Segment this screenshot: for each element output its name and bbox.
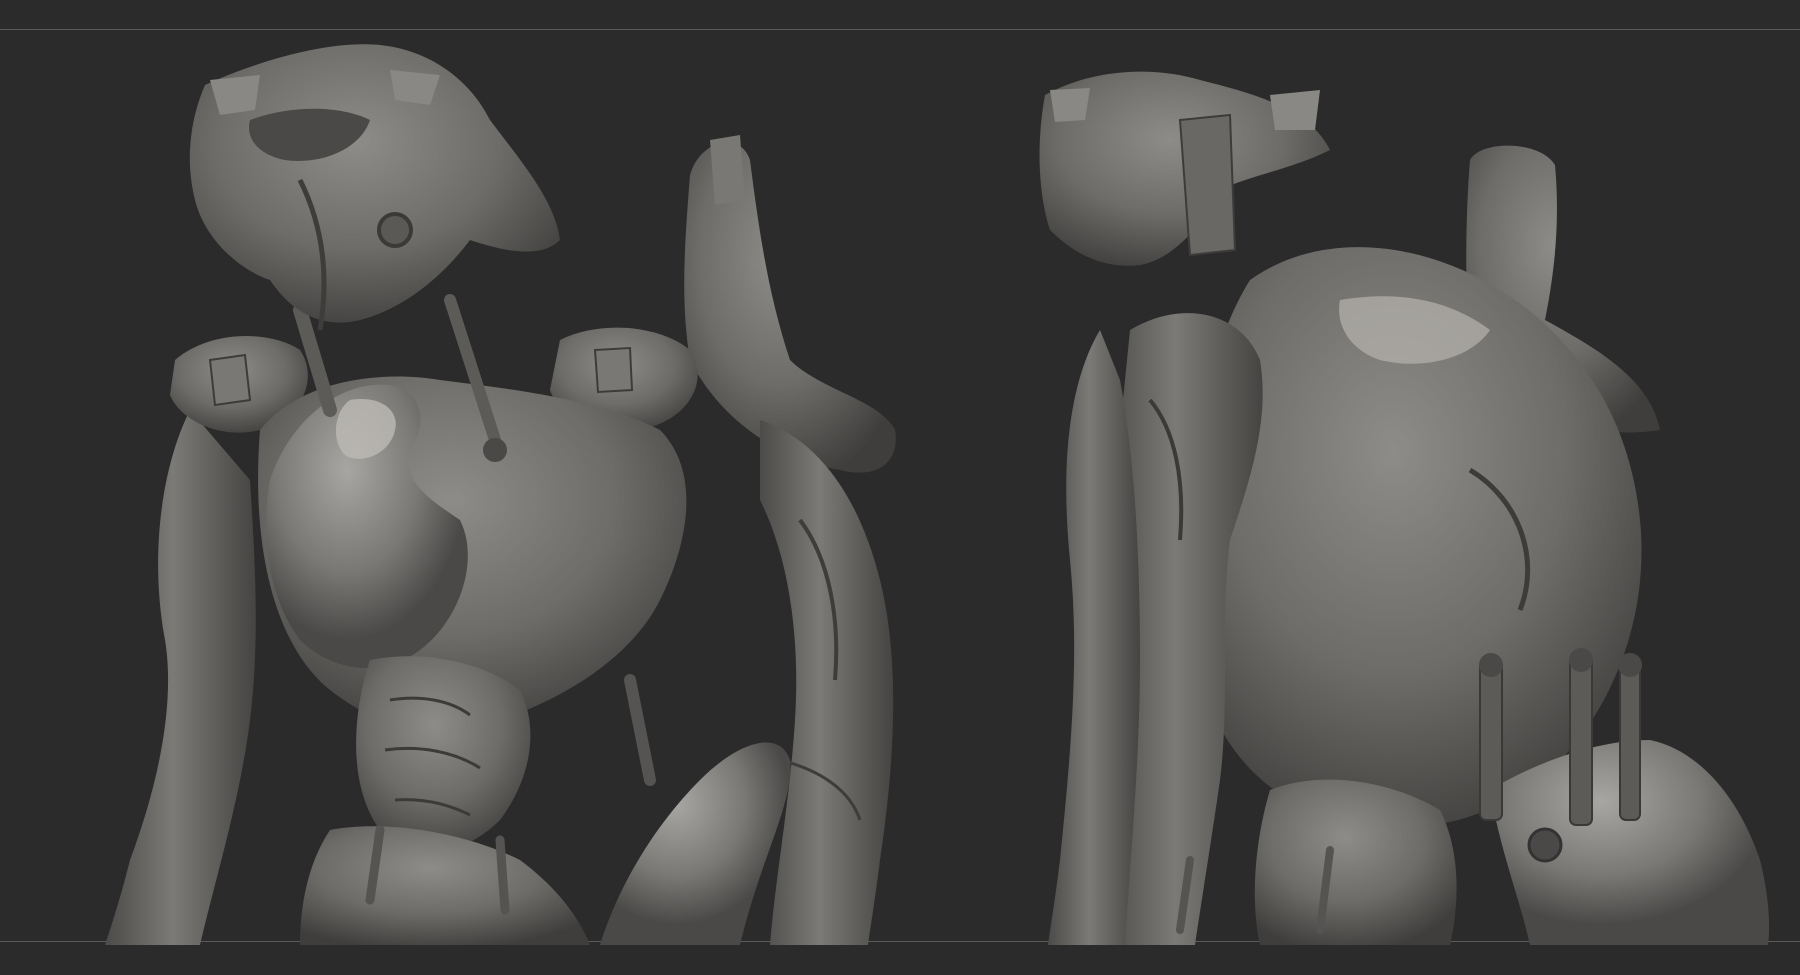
front-three-quarter-sculpt-view: [105, 44, 896, 945]
sculpt-viewport: [0, 0, 1800, 975]
back-three-quarter-sculpt-view: [1039, 71, 1770, 945]
sculpt-render: [105, 44, 1770, 945]
